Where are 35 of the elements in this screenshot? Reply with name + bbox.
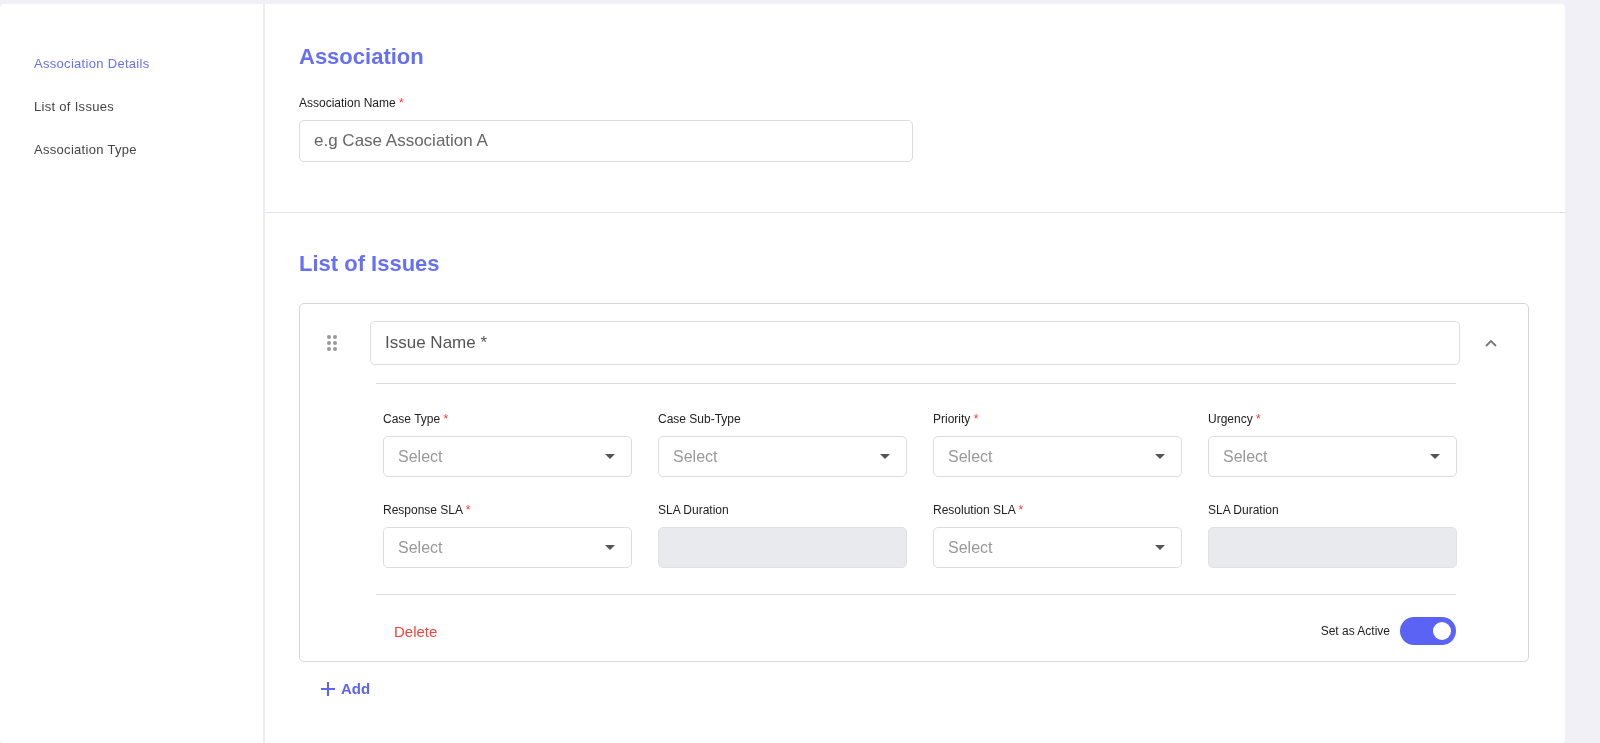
section-title: Association: [299, 44, 425, 70]
select-dropdown[interactable]: Select: [933, 436, 1182, 477]
toggle-switch[interactable]: [1400, 617, 1456, 645]
select-dropdown[interactable]: Select: [658, 436, 907, 477]
caret-icon: [880, 454, 890, 459]
chevron-icon[interactable]: [1484, 338, 1498, 348]
field-label: Resolution SLA *: [933, 503, 1025, 517]
field-label: Association Name *: [299, 96, 405, 110]
select-dropdown[interactable]: Select: [1208, 436, 1457, 477]
select-dropdown[interactable]: Select: [383, 436, 632, 477]
sidebar-item[interactable]: Association Details: [0, 56, 263, 71]
select-dropdown[interactable]: Select: [933, 527, 1182, 568]
toggle-label: Set as Active: [1320, 624, 1390, 638]
caret-icon: [1155, 545, 1165, 550]
add-button[interactable]: Add: [321, 680, 371, 697]
caret-icon: [605, 454, 615, 459]
input-field[interactable]: Issue Name *: [370, 321, 1460, 365]
field-label: SLA Duration: [658, 503, 730, 517]
field-label: Priority *: [933, 412, 980, 426]
plus-icon: [321, 681, 335, 696]
sidebar-item[interactable]: Association Type: [0, 142, 263, 157]
field-label: Case Type *: [383, 412, 450, 426]
field-label: Case Sub-Type: [658, 412, 742, 426]
field-label: Response SLA *: [383, 503, 472, 517]
field-label: SLA Duration: [1208, 503, 1280, 517]
section-title: List of Issues: [299, 251, 441, 277]
drag-handle-icon[interactable]: [326, 334, 338, 352]
caret-icon: [605, 545, 615, 550]
input-field[interactable]: e.g Case Association A: [299, 120, 913, 162]
select-dropdown[interactable]: Select: [383, 527, 632, 568]
field-label: Urgency *: [1208, 412, 1262, 426]
delete-button[interactable]: Delete: [394, 622, 438, 640]
caret-icon: [1430, 454, 1440, 459]
caret-icon: [1155, 454, 1165, 459]
sidebar-item[interactable]: List of Issues: [0, 99, 263, 114]
